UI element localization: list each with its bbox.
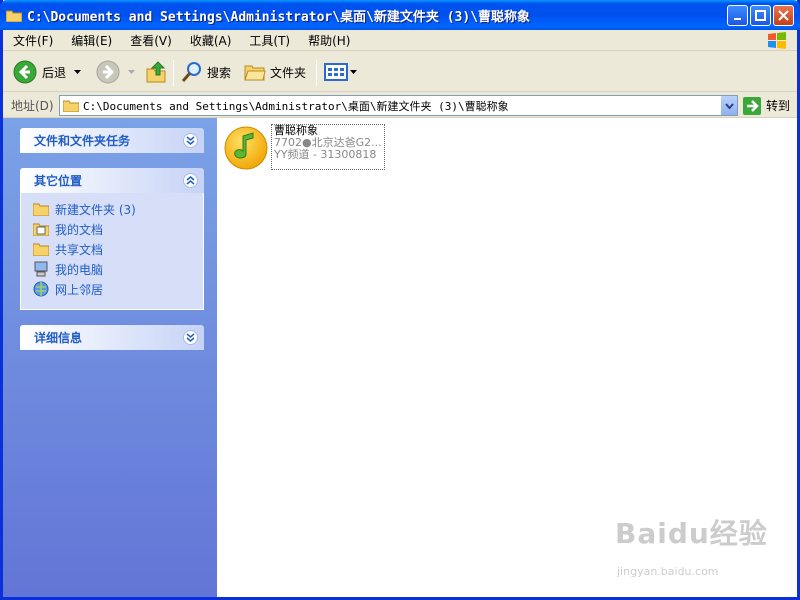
baidu-watermark-url: jingyan.baidu.com [617, 565, 719, 578]
search-icon [181, 62, 201, 82]
panel-title: 详细信息 [34, 331, 83, 345]
menu-tools[interactable]: 工具(T) [239, 32, 298, 49]
up-folder-button[interactable] [145, 58, 167, 86]
file-item[interactable]: 曹聪称象 7702●北京达爸G2... YY频道 - 31300818 [223, 124, 385, 170]
folder-icon [63, 100, 79, 112]
address-dropdown-button[interactable] [720, 96, 737, 115]
toolbar: 后退 搜索 文件夹 [3, 52, 797, 92]
task-pane: 文件和文件夹任务 其它位置 新建文件夹 (3) 我的文档 共享文档 我的电脑 网… [3, 118, 217, 597]
go-arrow-icon [743, 96, 761, 115]
menu-favorites[interactable]: 收藏(A) [180, 32, 240, 49]
forward-button[interactable] [96, 58, 135, 86]
forward-arrow-icon [96, 60, 120, 84]
panel-title: 其它位置 [34, 174, 83, 188]
place-shared-documents[interactable]: 共享文档 [33, 240, 103, 258]
expand-chevron-icon[interactable] [183, 330, 198, 345]
place-network[interactable]: 网上邻居 [33, 280, 103, 298]
place-label: 新建文件夹 (3) [55, 202, 136, 217]
chevron-down-icon[interactable] [350, 69, 357, 75]
maximize-button[interactable] [750, 5, 771, 26]
baidu-watermark: Baidu经验 [615, 517, 768, 550]
yy-app-icon [224, 126, 268, 170]
window-title: C:\Documents and Settings\Administrator\… [27, 9, 531, 25]
details-header[interactable]: 详细信息 [20, 325, 204, 350]
collapse-chevron-icon[interactable] [183, 173, 198, 188]
file-folder-tasks-header[interactable]: 文件和文件夹任务 [20, 128, 204, 153]
maximize-icon [755, 10, 766, 21]
folder-icon [33, 203, 49, 216]
place-label: 我的文档 [55, 222, 104, 237]
place-new-folder-3[interactable]: 新建文件夹 (3) [33, 200, 136, 218]
back-arrow-icon [13, 60, 37, 84]
title-bar[interactable]: C:\Documents and Settings\Administrator\… [0, 0, 800, 30]
address-input[interactable]: C:\Documents and Settings\Administrator\… [59, 95, 738, 116]
back-button[interactable]: 后退 [13, 58, 82, 86]
search-label: 搜索 [207, 65, 232, 80]
minimize-icon [733, 17, 741, 20]
folders-label: 文件夹 [270, 65, 307, 80]
folder-icon [5, 9, 23, 22]
address-value: C:\Documents and Settings\Administrator\… [83, 99, 509, 113]
network-icon [33, 281, 49, 297]
file-label: 曹聪称象 7702●北京达爸G2... YY频道 - 31300818 [271, 124, 385, 170]
back-label: 后退 [42, 65, 67, 80]
place-label: 网上邻居 [55, 282, 104, 297]
other-places-body: 新建文件夹 (3) 我的文档 共享文档 我的电脑 网上邻居 [20, 193, 204, 310]
chevron-down-icon[interactable] [74, 69, 82, 75]
expand-chevron-icon[interactable] [183, 133, 198, 148]
chevron-down-icon[interactable] [128, 69, 135, 75]
menu-edit[interactable]: 编辑(E) [61, 32, 120, 49]
folders-button[interactable]: 文件夹 [244, 58, 306, 86]
go-label: 转到 [766, 99, 791, 113]
address-bar: 地址(D) C:\Documents and Settings\Administ… [3, 93, 797, 118]
menu-view[interactable]: 查看(V) [120, 32, 180, 49]
other-places-header[interactable]: 其它位置 [20, 168, 204, 193]
place-label: 共享文档 [55, 242, 104, 257]
place-my-computer[interactable]: 我的电脑 [33, 260, 103, 278]
place-label: 我的电脑 [55, 262, 104, 277]
go-button[interactable]: 转到 [743, 95, 790, 116]
menu-help[interactable]: 帮助(H) [298, 32, 358, 49]
panel-title: 文件和文件夹任务 [34, 134, 131, 148]
menu-file[interactable]: 文件(F) [3, 32, 61, 49]
search-button[interactable]: 搜索 [181, 58, 231, 86]
menu-bar: 文件(F) 编辑(E) 查看(V) 收藏(A) 工具(T) 帮助(H) [3, 30, 797, 51]
place-my-documents[interactable]: 我的文档 [33, 220, 103, 238]
close-button[interactable] [773, 5, 794, 26]
folders-icon [244, 65, 266, 81]
views-icon [324, 63, 348, 81]
close-icon [778, 10, 789, 21]
explorer-window: C:\Documents and Settings\Administrator\… [0, 0, 800, 600]
file-company: YY频道 - 31300818 [274, 148, 377, 161]
chevron-down-icon [724, 102, 734, 109]
my-computer-icon [34, 261, 48, 277]
views-button[interactable] [324, 58, 357, 86]
up-folder-icon [146, 61, 166, 83]
windows-logo-icon [765, 31, 789, 50]
my-documents-icon [33, 223, 49, 236]
minimize-button[interactable] [727, 5, 748, 26]
address-label: 地址(D) [11, 99, 54, 113]
shared-folder-icon [33, 243, 49, 256]
